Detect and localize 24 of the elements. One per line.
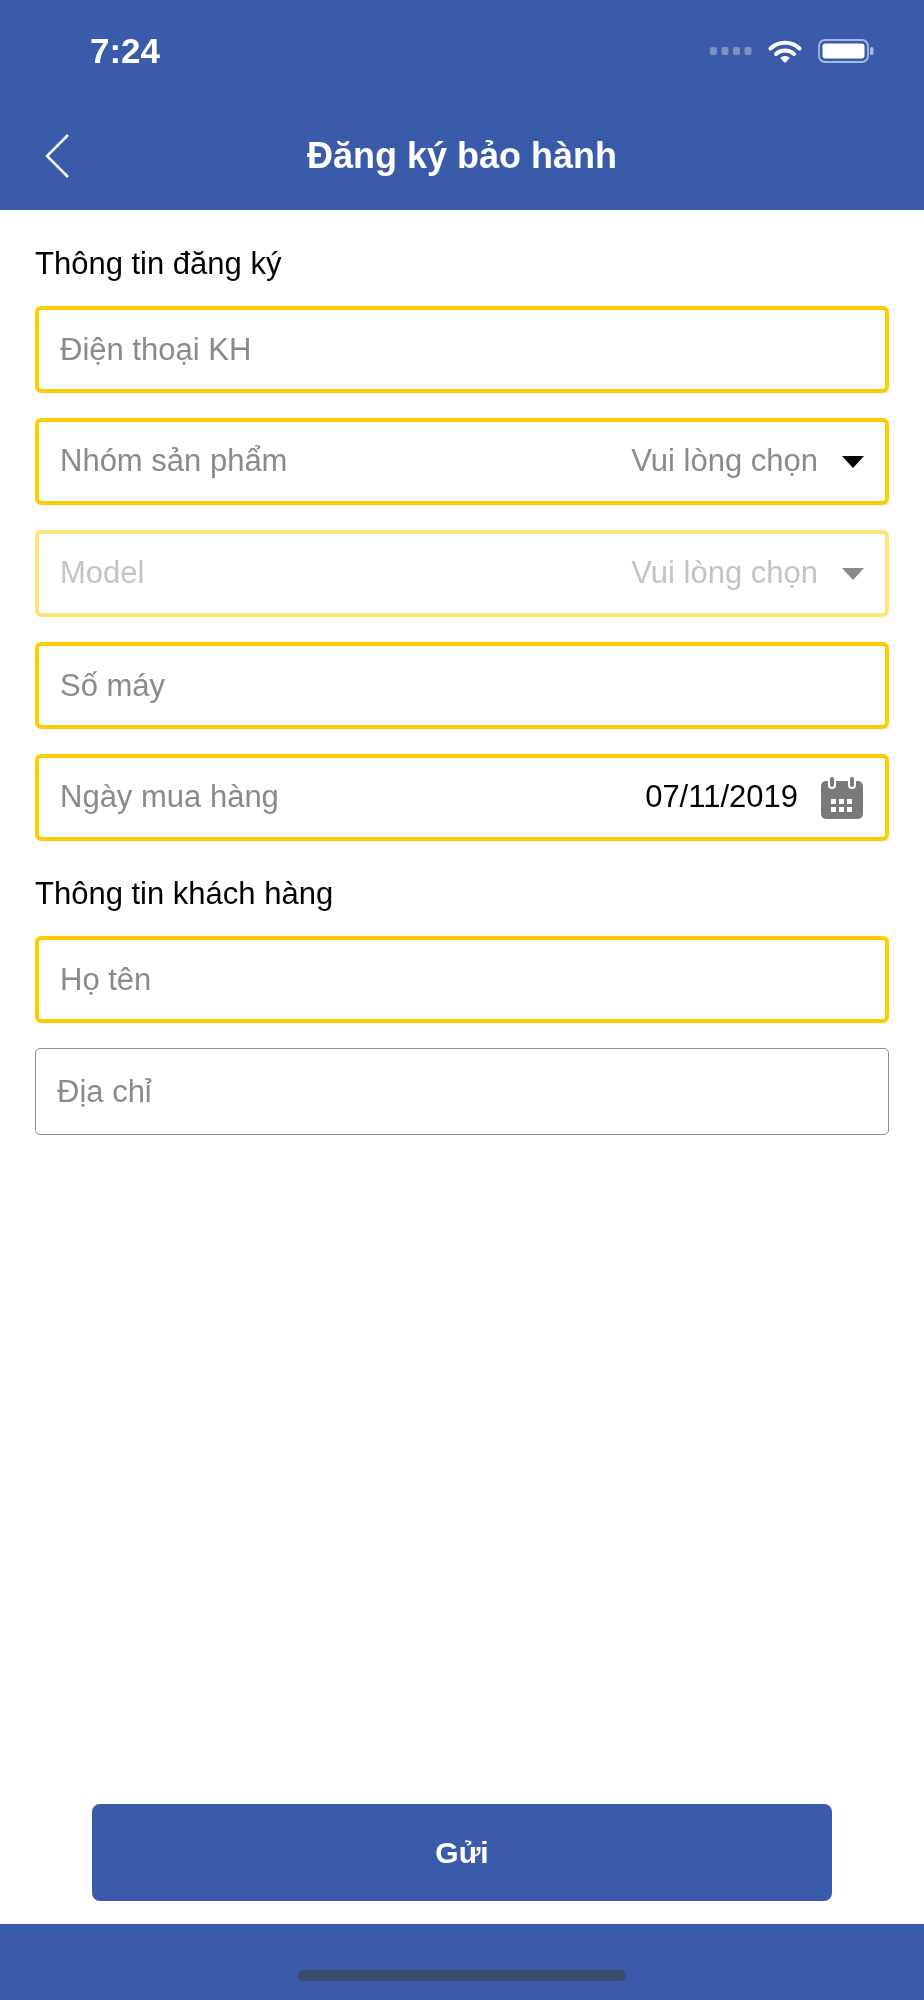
text-input[interactable]: Địa chỉ <box>35 1048 889 1135</box>
dropdown-placeholder: Vui lòng chọn <box>631 554 818 593</box>
text-input[interactable]: Điện thoại KH <box>35 306 889 393</box>
text-input[interactable]: Số máy <box>35 642 889 729</box>
dropdown-field[interactable]: Nhóm sản phẩm Vui lòng chọn <box>35 418 889 505</box>
back-icon[interactable] <box>44 133 70 179</box>
wifi-icon <box>767 38 803 64</box>
status-time: 7:24 <box>90 29 161 72</box>
page-title: Đăng ký bảo hành <box>306 134 617 178</box>
caret-down-icon <box>842 455 864 468</box>
text-input[interactable]: Họ tên <box>35 936 889 1023</box>
submit-button[interactable]: Gửi <box>92 1804 832 1901</box>
battery-icon <box>818 39 874 63</box>
dropdown-placeholder: Vui lòng chọn <box>631 442 818 481</box>
section-heading: Thông tin khách hàng <box>35 877 334 911</box>
date-field[interactable]: Ngày mua hàng 07/11/2019 <box>35 754 889 841</box>
calendar-icon[interactable] <box>820 775 864 820</box>
signal-icon <box>710 47 752 55</box>
section-heading: Thông tin đăng ký <box>35 247 282 281</box>
caret-down-icon <box>842 567 864 580</box>
field-label: Ngày mua hàng <box>60 778 279 817</box>
date-value: 07/11/2019 <box>645 778 798 817</box>
field-label: Nhóm sản phẩm <box>60 442 288 481</box>
field-label: Model <box>60 554 145 593</box>
